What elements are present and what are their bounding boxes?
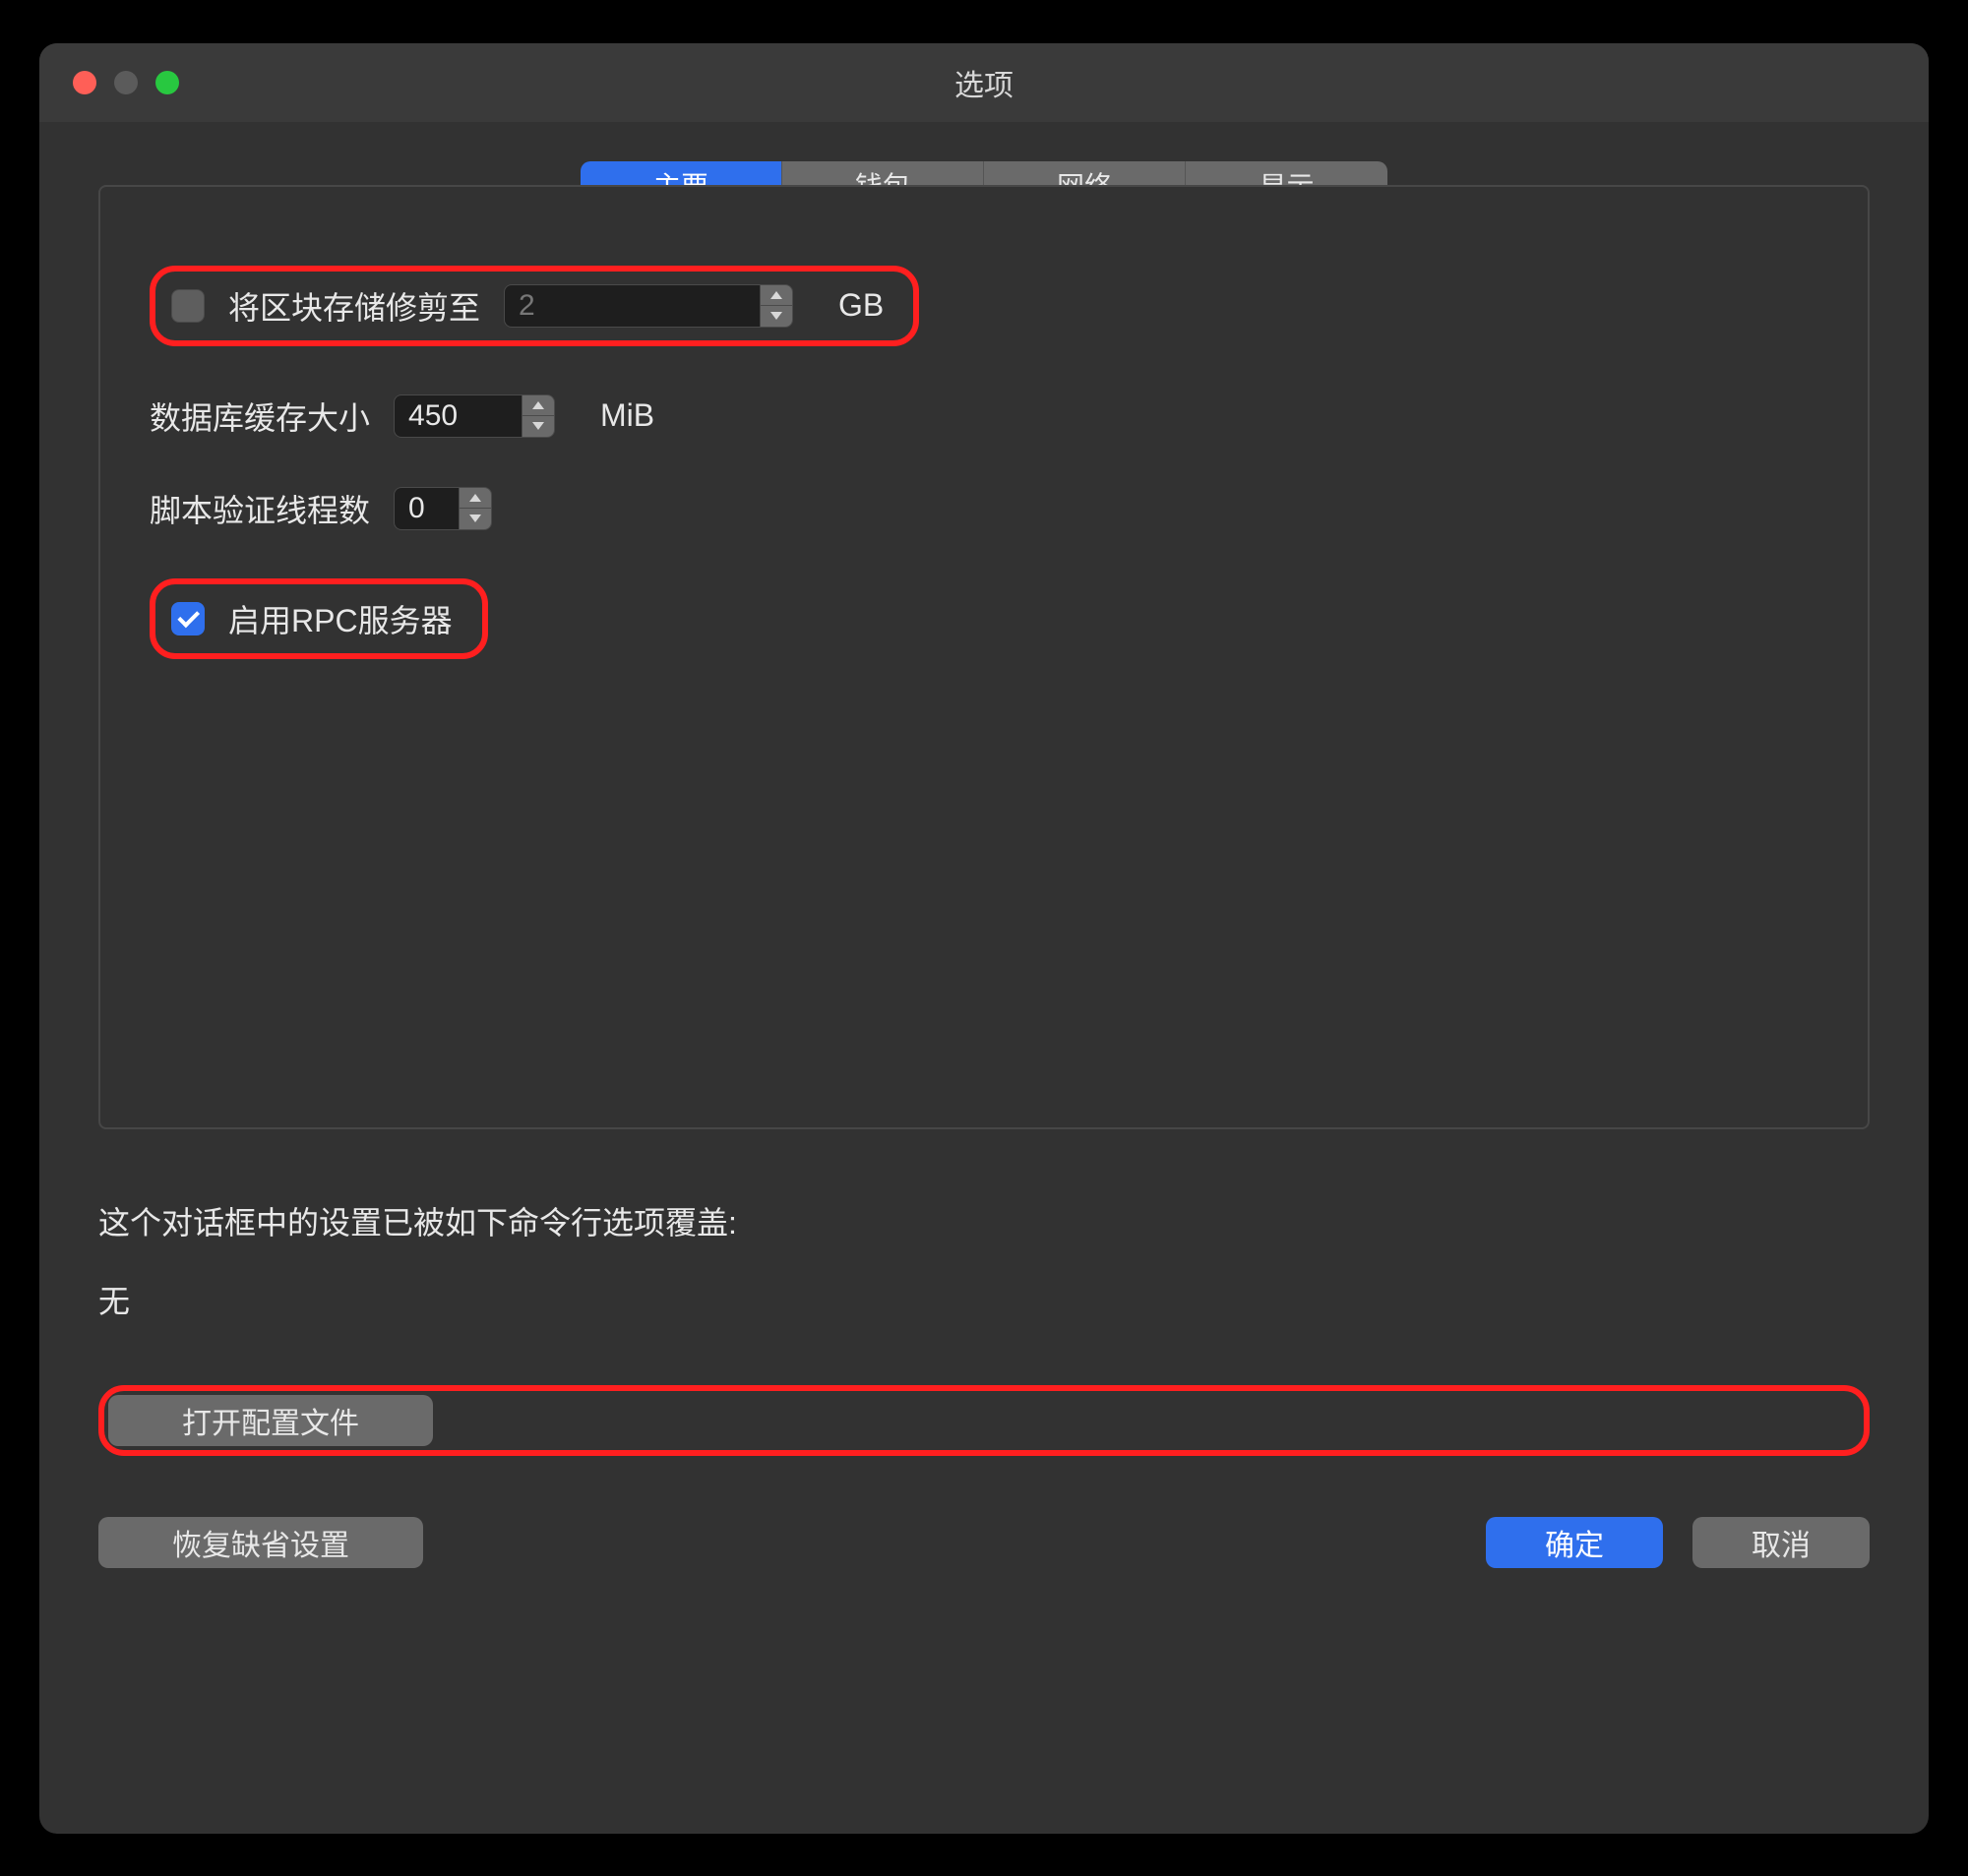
prune-label: 将区块存储修剪至: [228, 283, 480, 329]
window-title: 选项: [39, 61, 1929, 104]
threads-step-up-icon[interactable]: [459, 487, 492, 509]
rpc-row: 启用RPC服务器: [150, 578, 1818, 659]
title-bar: 选项: [39, 43, 1929, 122]
prune-input[interactable]: 2: [504, 284, 760, 328]
minimize-icon[interactable]: [114, 71, 138, 94]
dbcache-label: 数据库缓存大小: [150, 393, 370, 439]
prune-checkbox[interactable]: [171, 289, 205, 323]
dbcache-input[interactable]: 450: [394, 394, 522, 438]
content-area: 主要 钱包 网络 显示 将区块存储修剪至 2: [39, 122, 1929, 1834]
prune-highlight: 将区块存储修剪至 2 GB: [150, 266, 919, 346]
bottom-button-row: 恢复缺省设置 确定 取消: [98, 1517, 1870, 1568]
traffic-lights: [39, 71, 179, 94]
prune-step-up-icon[interactable]: [760, 284, 793, 306]
ok-button[interactable]: 确定: [1486, 1517, 1663, 1568]
override-note: 这个对话框中的设置已被如下命令行选项覆盖:: [98, 1198, 1870, 1243]
rpc-checkbox[interactable]: [171, 602, 205, 635]
dbcache-step-up-icon[interactable]: [522, 394, 555, 416]
cancel-button[interactable]: 取消: [1692, 1517, 1870, 1568]
dbcache-step-down-icon[interactable]: [522, 415, 555, 438]
dbcache-row: 数据库缓存大小 450 MiB: [150, 393, 1818, 439]
close-icon[interactable]: [73, 71, 96, 94]
open-config-highlight: 打开配置文件: [98, 1385, 1870, 1456]
prune-unit: GB: [838, 287, 884, 324]
prune-step-down-icon[interactable]: [760, 305, 793, 328]
below-panel: 这个对话框中的设置已被如下命令行选项覆盖: 无 打开配置文件 恢复缺省设置 确定…: [98, 1198, 1870, 1568]
rpc-label: 启用RPC服务器: [228, 596, 453, 641]
dbcache-unit: MiB: [600, 397, 654, 434]
maximize-icon[interactable]: [155, 71, 179, 94]
threads-row: 脚本验证线程数 0: [150, 486, 1818, 531]
reset-button[interactable]: 恢复缺省设置: [98, 1517, 423, 1568]
threads-step-down-icon[interactable]: [459, 508, 492, 530]
options-window: 选项 主要 钱包 网络 显示 将区块存储修剪至 2: [39, 43, 1929, 1834]
threads-input[interactable]: 0: [394, 487, 459, 530]
rpc-highlight: 启用RPC服务器: [150, 578, 488, 659]
main-panel: 将区块存储修剪至 2 GB 数据库缓存大小 450: [98, 185, 1870, 1129]
threads-label: 脚本验证线程数: [150, 486, 370, 531]
open-config-button[interactable]: 打开配置文件: [108, 1395, 433, 1446]
prune-row: 将区块存储修剪至 2 GB: [150, 266, 1818, 346]
dbcache-spinner: 450: [394, 394, 555, 438]
override-value: 无: [98, 1277, 1870, 1322]
threads-spinner: 0: [394, 487, 492, 530]
prune-spinner: 2: [504, 284, 793, 328]
